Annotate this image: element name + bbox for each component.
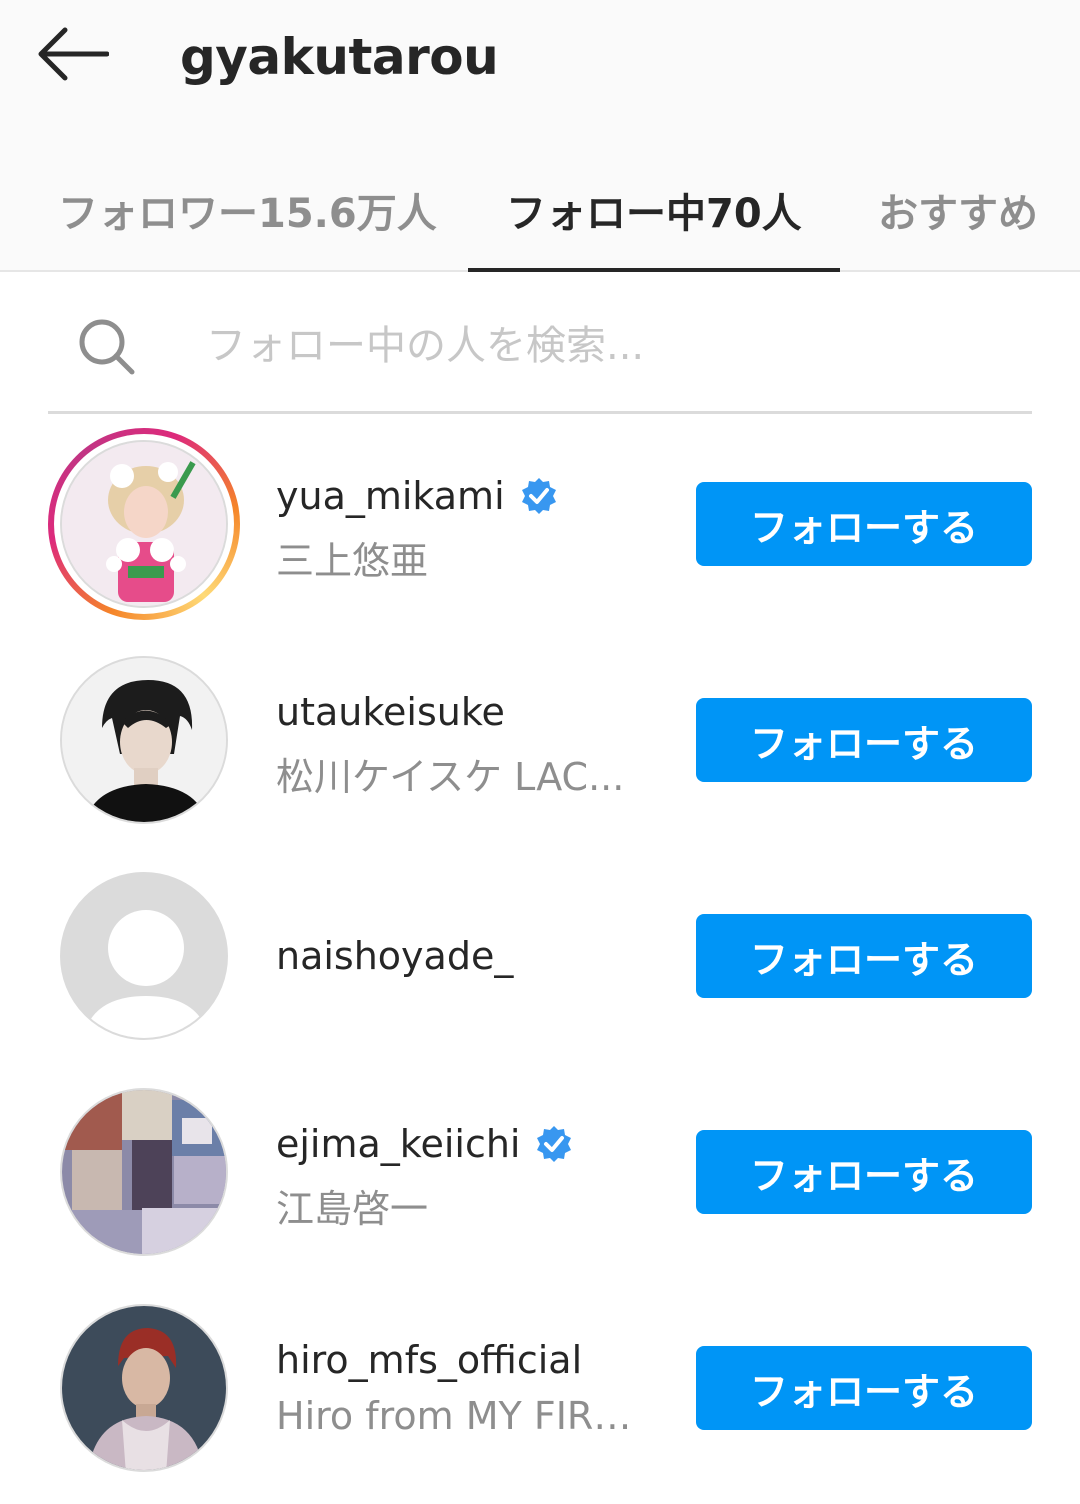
search-input[interactable] (206, 312, 1006, 380)
search-bar (48, 290, 1032, 414)
full-name: Hiro from MY FIRS... (276, 1394, 652, 1438)
full-name: 三上悠亜 (276, 539, 429, 583)
username[interactable]: naishoyade_ (276, 934, 513, 978)
username[interactable]: ejima_keiichi (276, 1122, 574, 1166)
tab-suggested[interactable]: おすすめ (878, 178, 1038, 242)
username[interactable]: hiro_mfs_official (276, 1338, 582, 1382)
avatar[interactable] (60, 1304, 228, 1472)
back-button[interactable] (34, 24, 110, 84)
search-icon (76, 314, 140, 378)
username-text[interactable]: ejima_keiichi (276, 1122, 520, 1166)
username[interactable]: yua_mikami (276, 474, 559, 518)
list-item[interactable]: ejima_keiichi 江島啓一 フォローする (0, 1066, 1080, 1282)
active-tab-indicator (468, 268, 840, 272)
follow-button[interactable]: フォローする (696, 914, 1032, 998)
list-item[interactable]: utaukeisuke 松川ケイスケ LAC... フォローする (0, 634, 1080, 850)
tab-bar: フォロワー15.6万人 フォロー中70人 おすすめ (0, 168, 1080, 272)
full-name: 江島啓一 (276, 1187, 429, 1231)
list-item[interactable]: naishoyade_ フォローする (0, 850, 1080, 1066)
top-bar: gyakutarou フォロワー15.6万人 フォロー中70人 おすすめ (0, 0, 1080, 272)
list-item[interactable]: hiro_mfs_official Hiro from MY FIRS... フ… (0, 1282, 1080, 1498)
follow-button[interactable]: フォローする (696, 482, 1032, 566)
verified-badge-icon (534, 1124, 574, 1164)
tab-following[interactable]: フォロー中70人 (506, 178, 802, 242)
username-text[interactable]: yua_mikami (276, 474, 505, 518)
story-ring[interactable] (48, 428, 240, 620)
avatar (60, 440, 228, 608)
follow-button[interactable]: フォローする (696, 1130, 1032, 1214)
verified-badge-icon (519, 476, 559, 516)
username-text[interactable]: hiro_mfs_official (276, 1338, 582, 1382)
page-title: gyakutarou (180, 28, 499, 86)
username-text[interactable]: utaukeisuke (276, 690, 505, 734)
avatar[interactable] (60, 1088, 228, 1256)
username-text[interactable]: naishoyade_ (276, 934, 513, 978)
back-arrow-icon (38, 27, 109, 81)
default-avatar-icon (62, 874, 226, 1038)
avatar[interactable] (60, 872, 228, 1040)
avatar[interactable] (60, 656, 228, 824)
tab-followers[interactable]: フォロワー15.6万人 (58, 178, 437, 242)
list-item[interactable]: yua_mikami 三上悠亜 フォローする (0, 418, 1080, 634)
full-name: 松川ケイスケ LAC... (276, 755, 625, 799)
follow-button[interactable]: フォローする (696, 698, 1032, 782)
username[interactable]: utaukeisuke (276, 690, 505, 734)
follow-button[interactable]: フォローする (696, 1346, 1032, 1430)
